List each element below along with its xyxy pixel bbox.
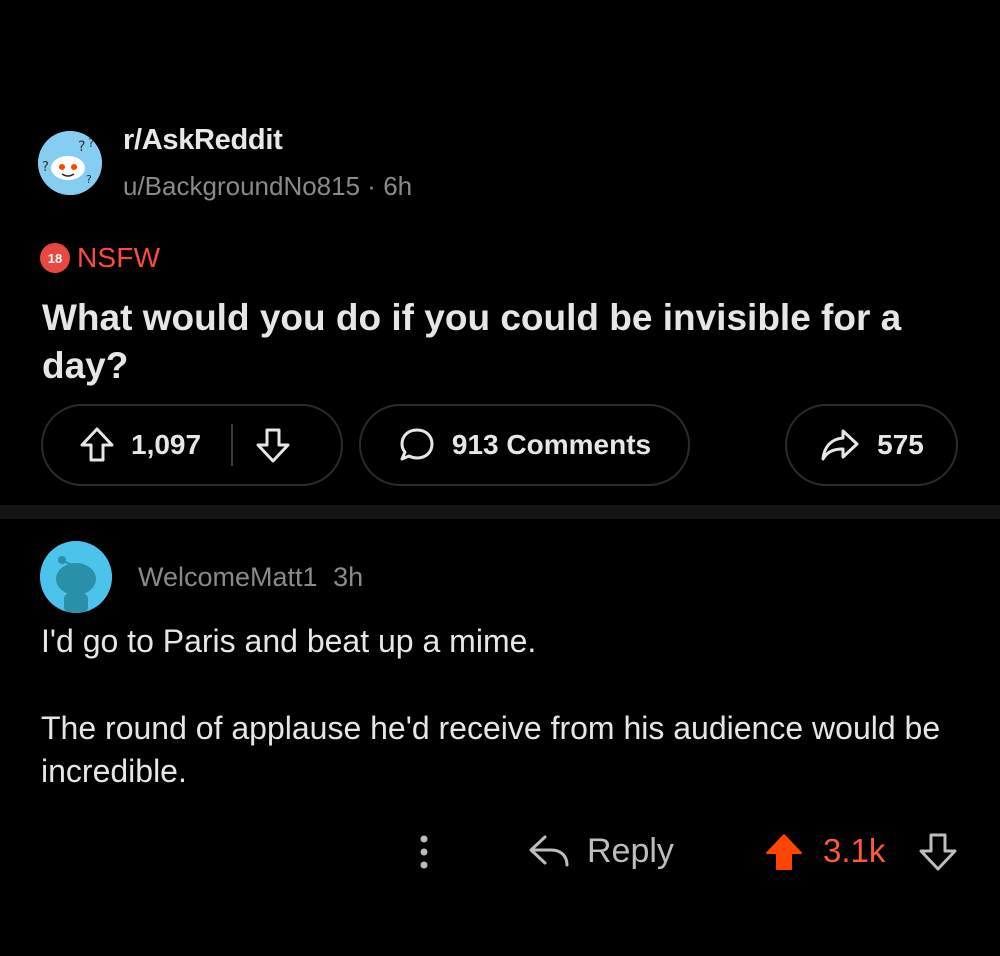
reply-button[interactable]: Reply xyxy=(527,826,674,876)
vote-divider xyxy=(231,424,234,466)
post-card: ? ? ? ? r/AskReddit u/BackgroundNo815 · … xyxy=(0,0,1000,505)
svg-text:?: ? xyxy=(88,136,94,150)
comment-body: I'd go to Paris and beat up a mime. The … xyxy=(41,620,961,793)
arrow-up-icon[interactable] xyxy=(764,832,804,872)
comment-paragraph: I'd go to Paris and beat up a mime. xyxy=(41,623,537,659)
svg-text:?: ? xyxy=(42,160,49,175)
meta-separator: · xyxy=(367,171,376,201)
arrow-down-icon[interactable] xyxy=(918,832,958,872)
share-button[interactable]: 575 xyxy=(785,404,958,486)
snoo-avatar-icon[interactable] xyxy=(40,541,112,613)
section-divider xyxy=(0,505,1000,519)
nsfw-label: NSFW xyxy=(77,242,161,273)
arrow-down-icon[interactable] xyxy=(255,426,291,464)
askreddit-snoo-icon[interactable]: ? ? ? ? xyxy=(38,131,102,195)
arrow-up-icon[interactable] xyxy=(79,426,115,464)
svg-text:?: ? xyxy=(86,173,92,186)
post-title[interactable]: What would you do if you could be invisi… xyxy=(42,294,972,390)
post-meta: u/BackgroundNo815 · 6h xyxy=(123,171,412,202)
comments-button[interactable]: 913 Comments xyxy=(359,404,690,486)
post-author[interactable]: u/BackgroundNo815 xyxy=(123,171,360,201)
nsfw-tag: 18 NSFW xyxy=(40,241,160,275)
share-count: 575 xyxy=(877,429,924,460)
share-arrow-icon xyxy=(819,427,861,463)
nsfw-18-badge-icon: 18 xyxy=(40,243,70,273)
comment-meta: WelcomeMatt1 3h xyxy=(138,562,363,593)
comment-paragraph: The round of applause he'd receive from … xyxy=(41,710,941,789)
svg-text:?: ? xyxy=(78,139,85,155)
post-upvote-count: 1,097 xyxy=(131,429,202,460)
comment-author[interactable]: WelcomeMatt1 xyxy=(138,562,318,592)
vertical-dots-icon[interactable] xyxy=(414,832,434,872)
post-age: 6h xyxy=(383,171,413,201)
comment-age: 3h xyxy=(333,562,364,592)
speech-bubble-icon xyxy=(398,426,436,464)
post-vote-bar: 1,097 xyxy=(41,404,343,486)
reply-label: Reply xyxy=(587,831,674,870)
comment-actions: Reply 3.1k xyxy=(0,826,1000,876)
subreddit-name[interactable]: r/AskReddit xyxy=(123,124,283,157)
reply-arrow-icon xyxy=(527,833,571,869)
comments-count-label: 913 Comments xyxy=(451,429,652,460)
comment-score: 3.1k xyxy=(823,832,886,869)
